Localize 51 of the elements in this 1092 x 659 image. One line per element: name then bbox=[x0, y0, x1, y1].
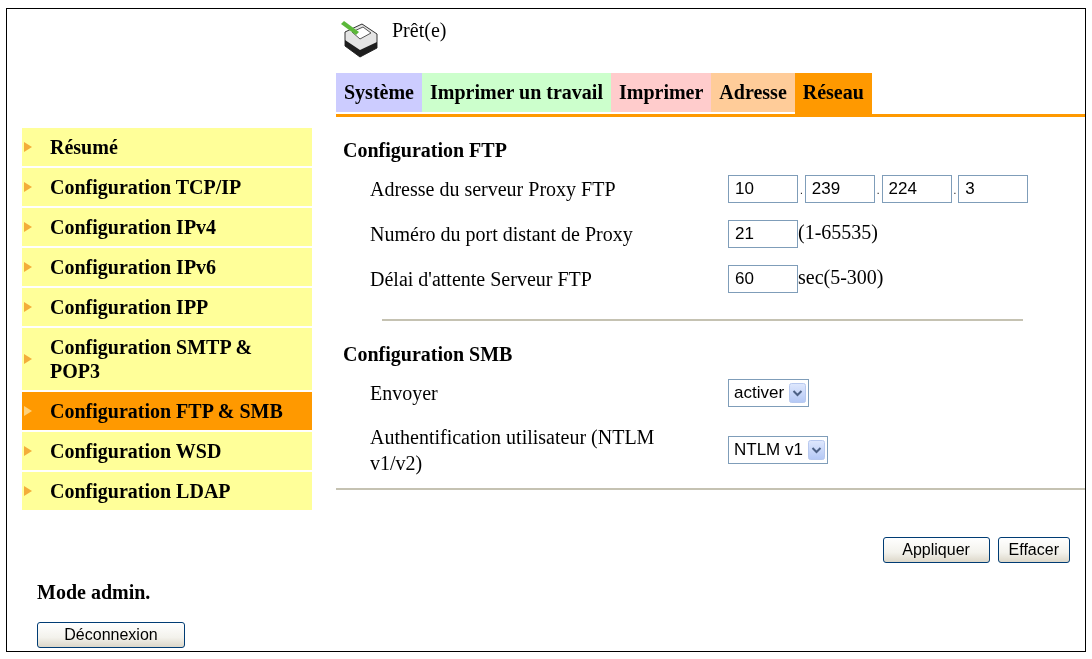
input-field[interactable]: 224 bbox=[881, 175, 952, 203]
sidebar-item[interactable]: Configuration IPv4 bbox=[22, 208, 312, 246]
input-field[interactable]: 21 bbox=[728, 220, 798, 248]
triangle-icon bbox=[24, 222, 32, 232]
triangle-icon bbox=[24, 354, 32, 364]
printer-icon bbox=[340, 18, 380, 58]
triangle-icon bbox=[24, 142, 32, 152]
tab[interactable]: Imprimer bbox=[610, 73, 712, 112]
field-label: Envoyer bbox=[370, 381, 439, 406]
triangle-icon bbox=[24, 486, 32, 496]
sidebar-item[interactable]: Configuration IPP bbox=[22, 288, 312, 326]
input-field[interactable]: 60 bbox=[728, 265, 798, 293]
field-label: Authentification utilisateur (NTLM v1/v2) bbox=[370, 425, 656, 476]
input-field[interactable]: 10 bbox=[728, 175, 798, 203]
ip-separator: . bbox=[952, 185, 958, 196]
section-heading: Configuration FTP bbox=[343, 139, 507, 162]
chevron-down-icon bbox=[789, 383, 807, 403]
triangle-icon bbox=[24, 302, 32, 312]
tab[interactable]: Réseau bbox=[794, 73, 872, 114]
range-hint: sec(5-300) bbox=[798, 266, 884, 289]
range-hint: (1-65535) bbox=[798, 221, 878, 244]
field-label: Adresse du serveur Proxy FTP bbox=[370, 177, 617, 202]
chevron-down-icon bbox=[807, 440, 825, 460]
logout-button[interactable]: Déconnexion bbox=[37, 622, 185, 648]
sidebar-item[interactable]: Configuration WSD bbox=[22, 432, 312, 470]
sidebar-item[interactable]: Configuration FTP & SMB bbox=[22, 392, 312, 430]
sidebar-item[interactable]: Configuration TCP/IP bbox=[22, 168, 312, 206]
section-heading: Configuration SMB bbox=[343, 343, 513, 366]
sidebar-item[interactable]: Configuration LDAP bbox=[22, 472, 312, 510]
admin-mode-label: Mode admin. bbox=[37, 581, 151, 604]
input-field[interactable]: 239 bbox=[804, 175, 875, 203]
apply-button[interactable]: Appliquer bbox=[882, 537, 990, 563]
sidebar-item[interactable]: Configuration SMTP & POP3 bbox=[22, 328, 312, 390]
clear-button[interactable]: Effacer bbox=[997, 537, 1070, 563]
field-label: Délai d'attente Serveur FTP bbox=[370, 267, 593, 292]
triangle-icon bbox=[24, 182, 32, 192]
tab[interactable]: Adresse bbox=[711, 73, 795, 112]
field-label: Numéro du port distant de Proxy bbox=[370, 222, 634, 247]
triangle-icon bbox=[24, 406, 32, 416]
input-field[interactable]: 3 bbox=[958, 175, 1029, 203]
triangle-icon bbox=[24, 262, 32, 272]
tab[interactable]: Système bbox=[336, 73, 422, 112]
tab[interactable]: Imprimer un travail bbox=[422, 73, 611, 112]
dropdown[interactable]: activer bbox=[728, 379, 810, 407]
sidebar-item[interactable]: Configuration IPv6 bbox=[22, 248, 312, 286]
status-text: Prêt(e) bbox=[392, 19, 447, 42]
triangle-icon bbox=[24, 446, 32, 456]
ip-separator: . bbox=[875, 185, 881, 196]
dropdown[interactable]: NTLM v1 bbox=[728, 436, 828, 464]
sidebar-item[interactable]: Résumé bbox=[22, 128, 312, 166]
ip-separator: . bbox=[799, 185, 804, 196]
